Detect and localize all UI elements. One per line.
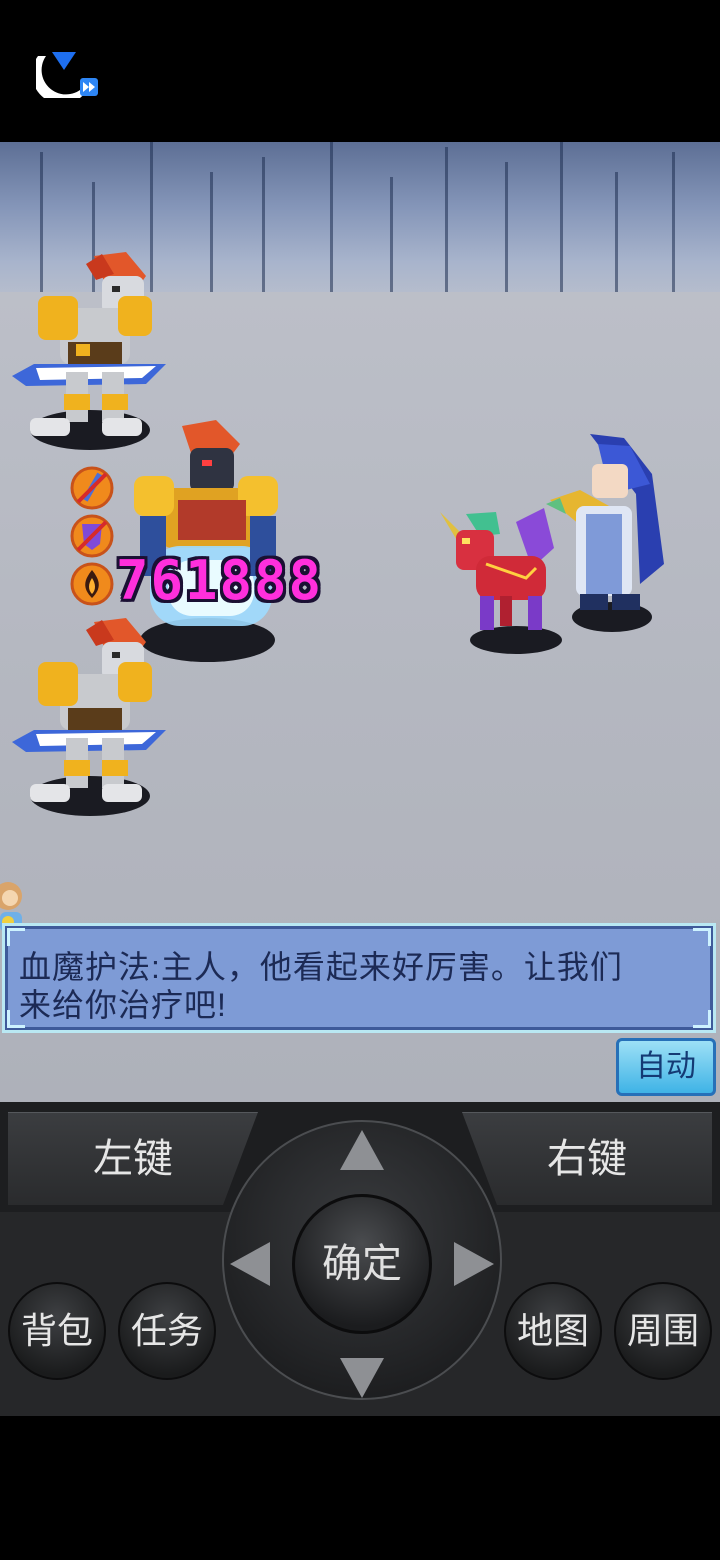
auto-battle-button[interactable]: 自动 (616, 1038, 716, 1096)
dpad-right-button[interactable] (454, 1242, 494, 1286)
dialog-text: 血魔护法:主人，他看起来好厉害。让我们 来给你治疗吧! (19, 948, 699, 1024)
left-soft-key[interactable]: 左键 (8, 1112, 258, 1205)
dialog-text-line-2: 来给你治疗吧! (19, 987, 227, 1023)
sword-broken-icon (70, 466, 114, 510)
bag-button[interactable]: 背包 (8, 1282, 106, 1380)
dpad-down-button[interactable] (340, 1358, 384, 1398)
player-hero-blue-haired[interactable] (540, 434, 680, 624)
dpad-left-button[interactable] (230, 1242, 270, 1286)
game-accelerator-icon[interactable] (36, 48, 100, 98)
shield-broken-icon (70, 514, 114, 558)
confirm-button[interactable]: 确定 (292, 1194, 432, 1334)
enemy-skeleton-warrior-top[interactable] (6, 246, 176, 446)
dialog-box[interactable]: 血魔护法:主人，他看起来好厉害。让我们 来给你治疗吧! (2, 923, 716, 1033)
surroundings-button[interactable]: 周围 (614, 1282, 712, 1380)
enemy-skeleton-warrior-bottom[interactable] (6, 612, 176, 812)
map-button[interactable]: 地图 (504, 1282, 602, 1380)
top-status-area (0, 0, 720, 142)
fire-icon (70, 562, 114, 606)
tasks-button[interactable]: 任务 (118, 1282, 216, 1380)
dialog-text-line-1: 血魔护法:主人，他看起来好厉害。让我们 (19, 949, 623, 985)
dpad-up-button[interactable] (340, 1130, 384, 1170)
damage-number: 761888 (112, 552, 327, 610)
right-soft-key[interactable]: 右键 (462, 1112, 712, 1205)
